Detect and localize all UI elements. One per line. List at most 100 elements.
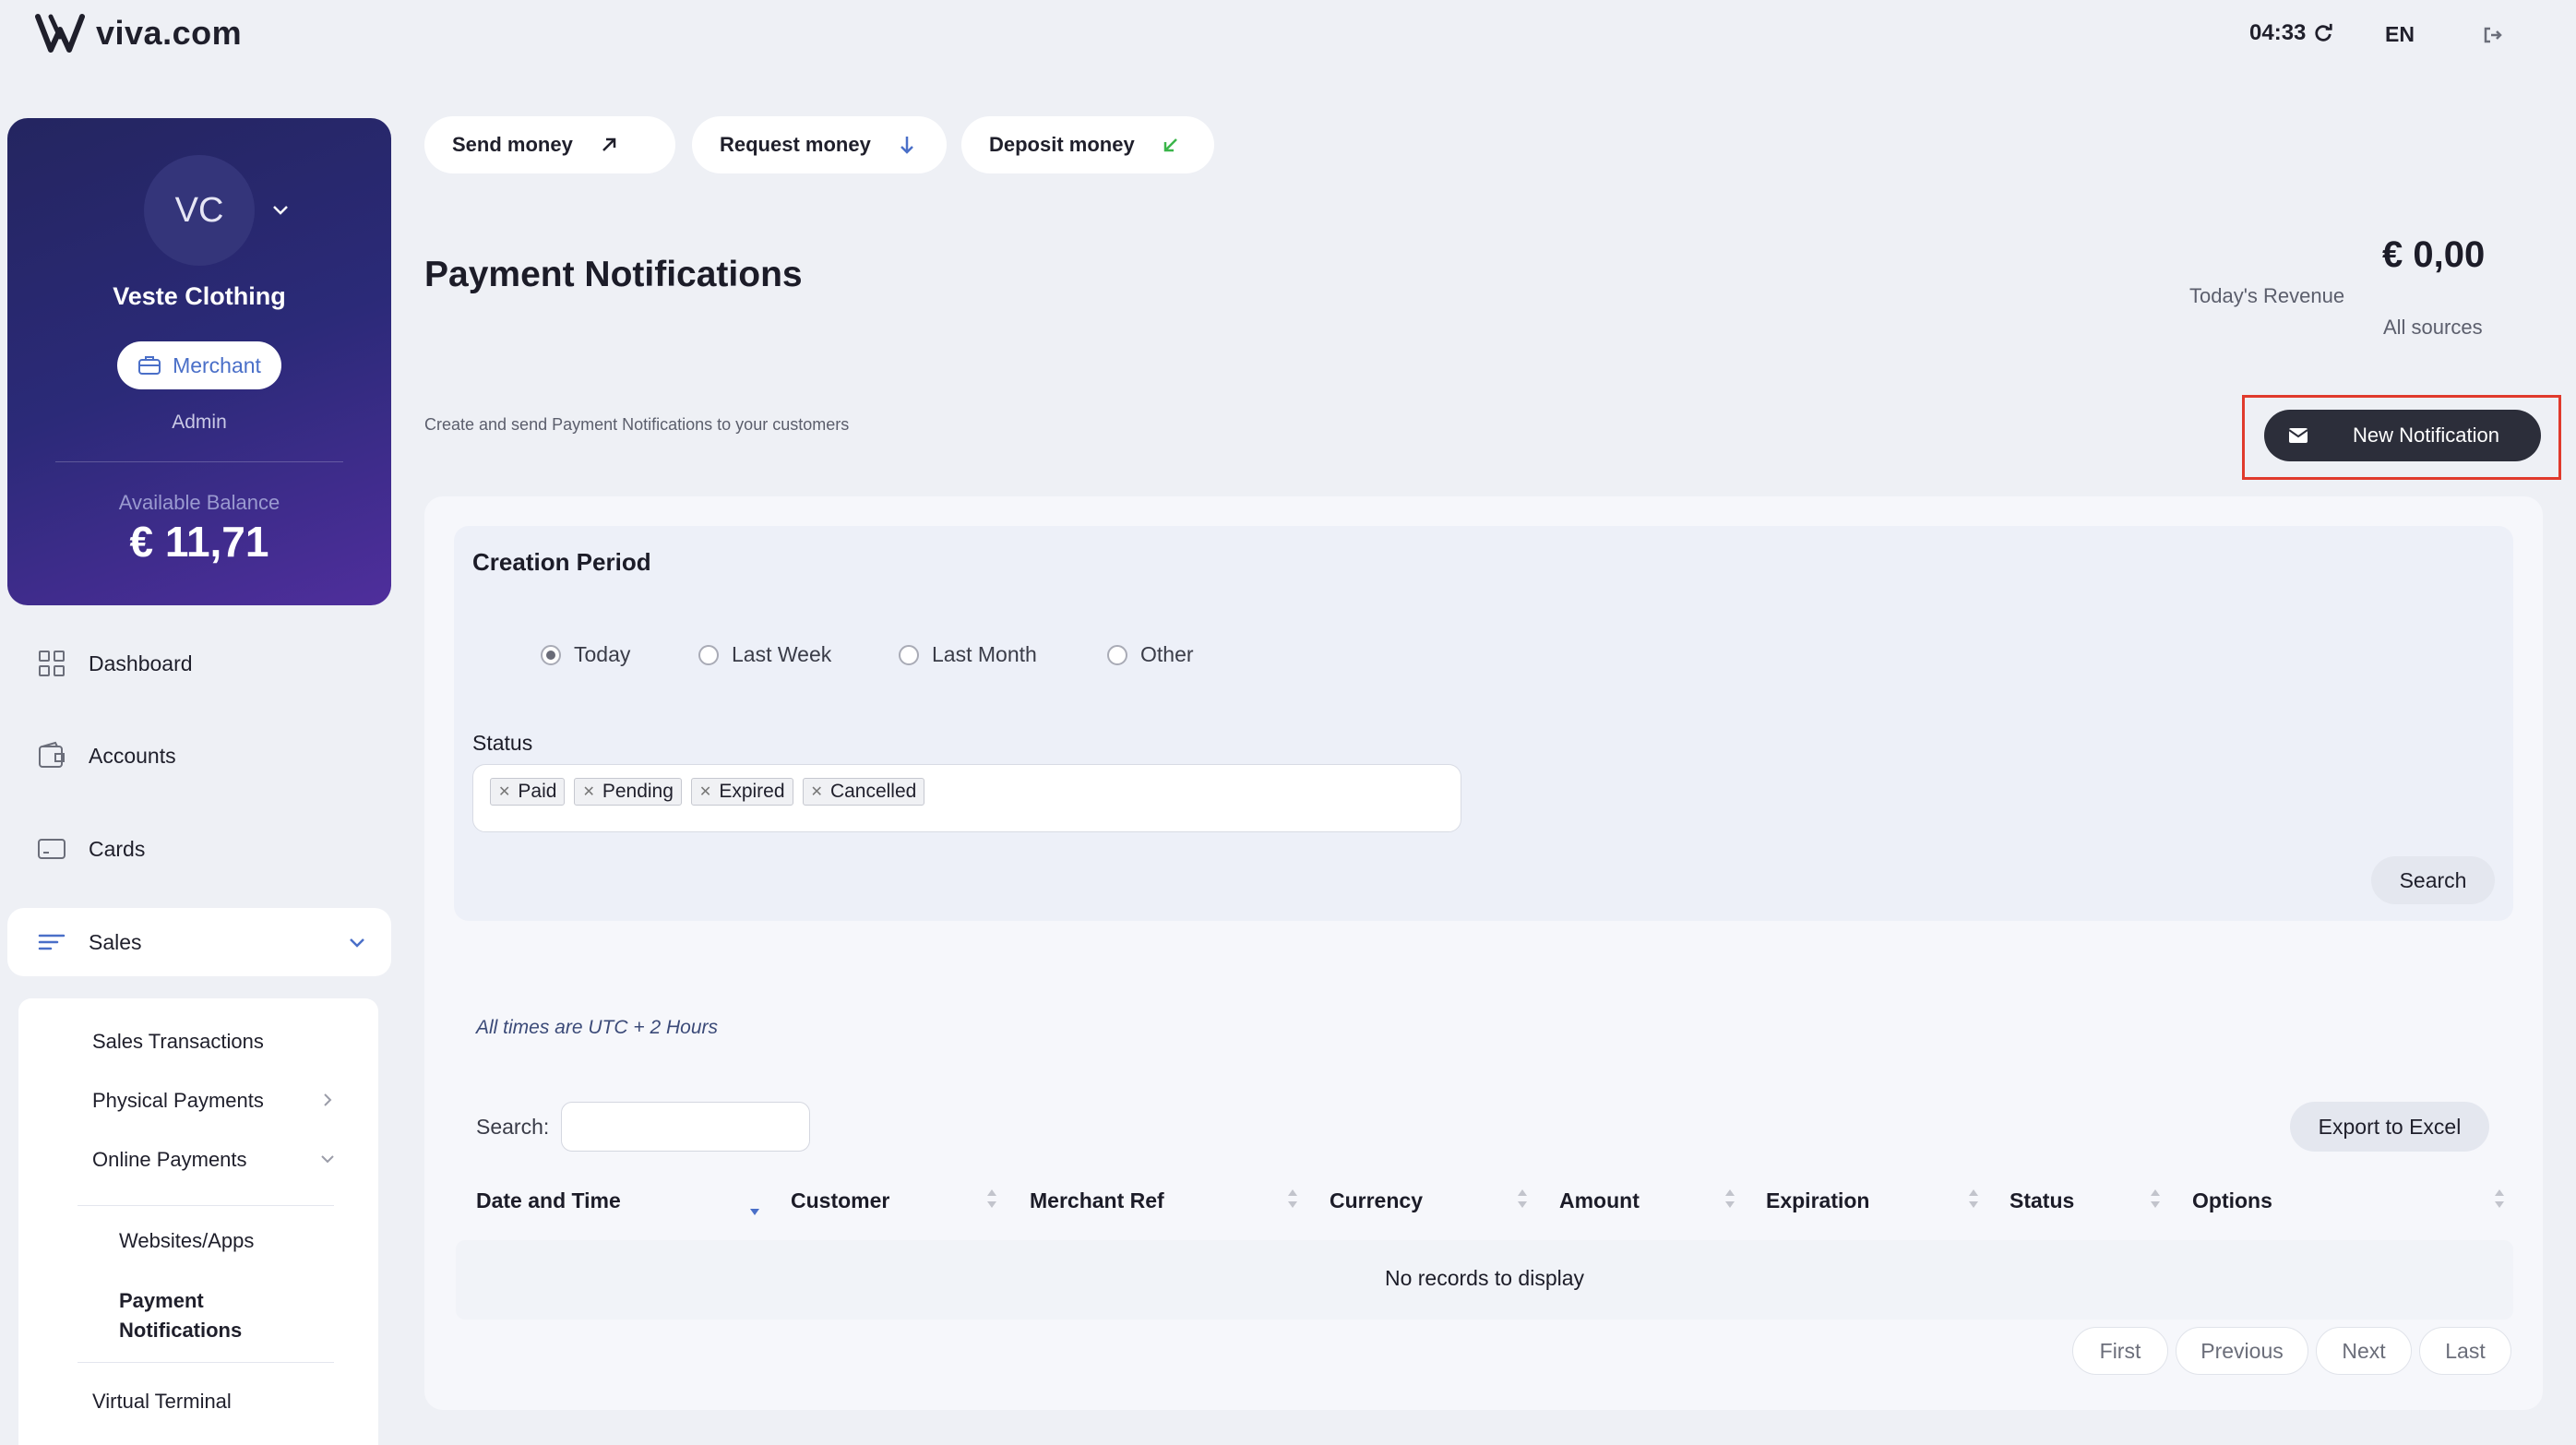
status-tag-expired: ✕ Expired <box>690 778 793 806</box>
timezone-note: All times are UTC + 2 Hours <box>476 1017 718 1038</box>
radio-button[interactable] <box>698 644 719 665</box>
divider <box>78 1362 334 1363</box>
submenu-virtual-terminal[interactable]: Virtual Terminal <box>92 1390 232 1414</box>
radio-label: Other <box>1140 642 1194 666</box>
session-time: 04:33 <box>2249 20 2307 45</box>
export-excel-button[interactable]: Export to Excel <box>2290 1102 2489 1152</box>
radio-today[interactable]: Today <box>541 642 630 667</box>
avatar[interactable]: VC <box>144 155 255 266</box>
remove-tag-icon[interactable]: ✕ <box>811 782 823 801</box>
sales-submenu: Sales Transactions Physical Payments Onl… <box>18 998 378 1445</box>
sort-icon[interactable] <box>2149 1187 2162 1211</box>
tag-label: Cancelled <box>829 781 917 802</box>
submenu-payment-notifications-line2: Notifications <box>119 1319 243 1342</box>
radio-button[interactable] <box>899 644 919 665</box>
sort-icon[interactable] <box>1967 1187 1980 1211</box>
radio-last-week[interactable]: Last Week <box>698 642 831 667</box>
sidebar-item-accounts[interactable]: Accounts <box>7 722 391 790</box>
revenue-sources[interactable]: All sources <box>2383 316 2483 340</box>
pager-next-button[interactable]: Next <box>2316 1327 2412 1375</box>
column-header-date-time[interactable]: Date and Time <box>476 1188 621 1213</box>
new-notification-label: New Notification <box>2353 424 2499 447</box>
request-money-label: Request money <box>720 133 871 156</box>
tag-label: Expired <box>719 781 785 802</box>
deposit-money-button[interactable]: Deposit money <box>961 116 1214 173</box>
sort-desc-icon[interactable] <box>748 1200 761 1224</box>
user-role: Admin <box>172 412 227 433</box>
column-header-expiration[interactable]: Expiration <box>1766 1188 1869 1213</box>
merchant-badge-label: Merchant <box>173 352 261 377</box>
sort-icon[interactable] <box>985 1187 998 1211</box>
divider <box>78 1205 334 1206</box>
send-money-button[interactable]: Send money <box>424 116 675 173</box>
submenu-online-payments[interactable]: Online Payments <box>92 1148 247 1172</box>
remove-tag-icon[interactable]: ✕ <box>582 782 594 801</box>
profile-card: VC Veste Clothing Merchant Admin Availab… <box>7 118 391 605</box>
column-header-customer[interactable]: Customer <box>791 1188 889 1213</box>
chevron-right-icon <box>324 1093 332 1106</box>
remove-tag-icon[interactable]: ✕ <box>498 782 510 801</box>
status-tag-paid: ✕ Paid <box>490 778 566 806</box>
envelope-icon <box>2288 428 2308 443</box>
list-lines-icon <box>38 934 66 950</box>
merchant-badge[interactable]: Merchant <box>117 341 281 389</box>
brand-name: viva.com <box>96 14 243 52</box>
grid-icon <box>39 651 65 676</box>
pager-previous-button[interactable]: Previous <box>2176 1327 2308 1375</box>
column-header-currency[interactable]: Currency <box>1330 1188 1423 1213</box>
viva-logo-icon <box>35 14 85 53</box>
sort-icon[interactable] <box>1723 1187 1736 1211</box>
radio-button[interactable] <box>541 644 561 665</box>
arrow-up-right-icon <box>602 137 616 151</box>
submenu-sales-transactions[interactable]: Sales Transactions <box>92 1030 264 1054</box>
divider <box>55 461 343 462</box>
revenue-value: € 0,00 <box>2382 234 2486 275</box>
radio-last-month[interactable]: Last Month <box>899 642 1037 667</box>
table-search-label: Search: <box>476 1115 550 1139</box>
empty-table-message: No records to display <box>1384 1266 1585 1290</box>
column-header-options[interactable]: Options <box>2192 1188 2272 1213</box>
logout-icon[interactable] <box>2482 24 2504 46</box>
sidebar-item-label: Dashboard <box>89 651 193 675</box>
filter-panel <box>454 526 2513 921</box>
card-icon <box>38 839 66 859</box>
radio-label: Today <box>574 642 631 666</box>
wallet-icon <box>39 741 65 768</box>
remove-tag-icon[interactable]: ✕ <box>699 782 711 801</box>
submenu-websites-apps[interactable]: Websites/Apps <box>119 1229 254 1253</box>
sort-icon[interactable] <box>1516 1187 1529 1211</box>
sidebar-item-dashboard[interactable]: Dashboard <box>7 629 391 698</box>
sort-icon[interactable] <box>2493 1187 2506 1211</box>
chevron-down-icon[interactable] <box>270 199 291 220</box>
submenu-physical-payments[interactable]: Physical Payments <box>92 1089 264 1113</box>
status-label: Status <box>472 731 533 755</box>
request-money-button[interactable]: Request money <box>692 116 947 173</box>
column-header-status[interactable]: Status <box>2010 1188 2074 1213</box>
status-multiselect[interactable]: ✕ Paid ✕ Pending ✕ Expired ✕ Cancelled <box>472 764 1461 832</box>
table-search-input[interactable] <box>561 1102 810 1152</box>
briefcase-icon <box>138 356 161 375</box>
sort-icon[interactable] <box>1286 1187 1299 1211</box>
pager-last-button[interactable]: Last <box>2419 1327 2511 1375</box>
radio-button[interactable] <box>1107 644 1127 665</box>
revenue-label: Today's Revenue <box>2189 284 2345 307</box>
radio-other[interactable]: Other <box>1107 642 1194 667</box>
tag-label: Pending <box>602 781 674 802</box>
viva-logo[interactable]: viva.com <box>35 13 242 54</box>
sidebar-item-cards[interactable]: Cards <box>7 815 391 883</box>
pager-first-button[interactable]: First <box>2072 1327 2168 1375</box>
sidebar-item-sales[interactable]: Sales <box>7 908 391 976</box>
column-header-merchant-ref[interactable]: Merchant Ref <box>1030 1188 1164 1213</box>
language-selector[interactable]: EN <box>2385 22 2415 47</box>
sidebar-item-label: Sales <box>89 929 142 954</box>
submenu-payment-notifications[interactable]: Payment Notifications <box>119 1286 242 1345</box>
column-header-amount[interactable]: Amount <box>1559 1188 1640 1213</box>
arrow-down-left-icon <box>1163 138 1177 152</box>
new-notification-button[interactable]: New Notification <box>2264 410 2541 461</box>
page-title: Payment Notifications <box>424 255 803 294</box>
search-button[interactable]: Search <box>2371 856 2495 904</box>
balance-value: € 11,71 <box>129 518 269 566</box>
sidebar-item-label: Accounts <box>89 743 176 768</box>
top-bar: viva.com 04:33 EN <box>0 0 2576 70</box>
refresh-icon[interactable] <box>2313 23 2333 43</box>
